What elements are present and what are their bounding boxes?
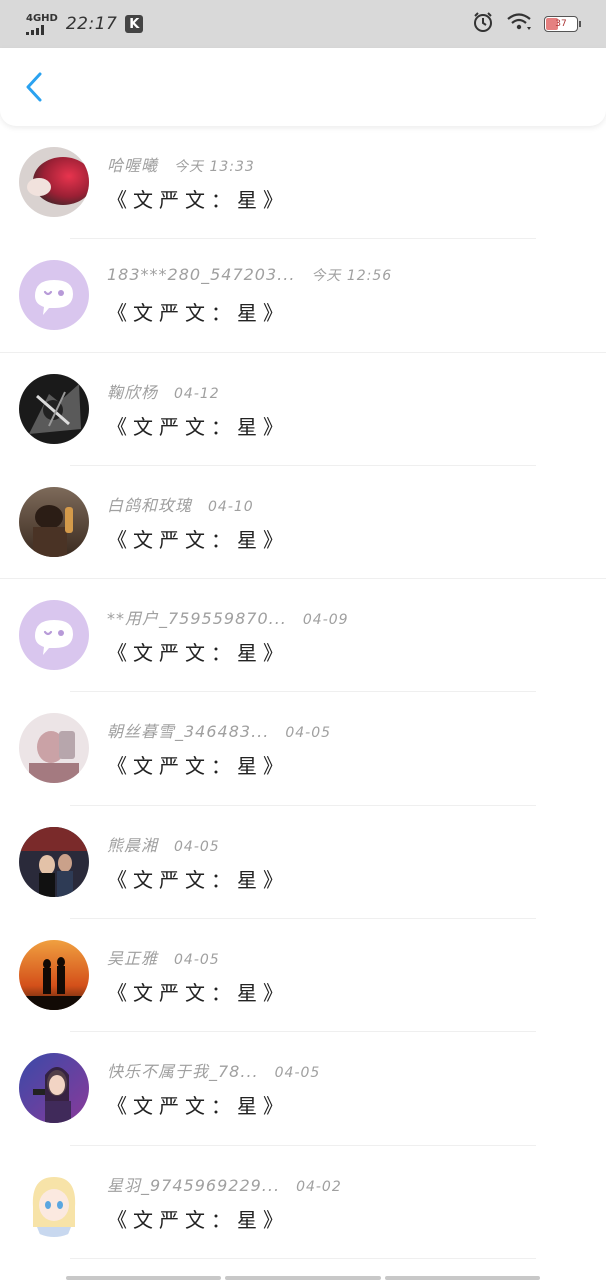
contact-name: 鞠欣杨 <box>107 382 159 402</box>
contact-name: **用户_759559870... <box>107 609 287 629</box>
message-preview: 《文严文：星》 <box>107 527 289 552</box>
item-meta: 吴正雅 04-05 <box>107 945 220 969</box>
message-preview: 《文严文：星》 <box>107 414 289 439</box>
message-time: 04-05 <box>274 1065 321 1082</box>
avatar[interactable] <box>19 373 89 444</box>
item-meta: 哈喔曦 今天 13:33 <box>107 152 255 176</box>
alarm-icon <box>472 11 494 37</box>
item-meta: 快乐不属于我_78... 04-05 <box>107 1058 320 1082</box>
chat-bubble-icon <box>19 260 89 331</box>
message-time: 04-12 <box>174 385 220 402</box>
signal-icon <box>26 24 44 35</box>
item-meta: 白鸽和玫瑰 04-10 <box>107 492 254 516</box>
bottom-bar-segment <box>384 1276 540 1280</box>
item-meta: 鞠欣杨 04-12 <box>107 379 220 403</box>
list-item[interactable]: 白鸽和玫瑰 04-10 《文严文：星》 <box>0 466 606 580</box>
battery-level: 37 <box>555 19 567 29</box>
list-item[interactable]: 哈喔曦 今天 13:33 《文严文：星》 <box>0 126 606 240</box>
bottom-edge-bars <box>0 1274 606 1280</box>
message-time: 04-10 <box>208 498 254 515</box>
contact-name: 快乐不属于我_78... <box>107 1062 259 1082</box>
message-time: 今天 13:33 <box>174 159 255 175</box>
avatar[interactable] <box>19 147 89 217</box>
bottom-bar-segment <box>66 1276 222 1280</box>
network-label: 4GHD <box>26 12 58 24</box>
message-time: 04-05 <box>285 725 332 742</box>
avatar[interactable] <box>19 940 89 1011</box>
avatar[interactable] <box>19 1053 89 1124</box>
list-item[interactable]: 鞠欣杨 04-12 《文严文：星》 <box>0 353 606 466</box>
contact-name: 熊晨湘 <box>107 835 159 855</box>
contact-name: 白鸽和玫瑰 <box>107 495 193 515</box>
message-time: 04-02 <box>296 1178 342 1195</box>
app-badge: K <box>125 15 144 33</box>
item-meta: 朝丝暮雪_346483... 04-05 <box>107 718 331 742</box>
message-preview: 《文严文：星》 <box>107 1094 289 1119</box>
status-left: 4GHD 22:17 K <box>26 12 144 35</box>
conversation-list: 哈喔曦 今天 13:33 《文严文：星》 183***280_547203...… <box>0 126 606 1259</box>
message-time: 04-05 <box>174 952 220 969</box>
contact-name: 吴正雅 <box>107 949 159 969</box>
contact-name: 星羽_9745969229... <box>107 1175 281 1195</box>
avatar[interactable] <box>19 713 89 784</box>
message-time: 今天 12:56 <box>311 268 393 285</box>
message-preview: 《文严文：星》 <box>107 867 289 892</box>
status-time: 22:17 <box>65 14 118 34</box>
status-right: 37 <box>472 11 581 37</box>
chat-bubble-icon <box>19 600 89 671</box>
list-item[interactable]: 快乐不属于我_78... 04-05 《文严文：星》 <box>0 1032 606 1146</box>
list-item[interactable]: 朝丝暮雪_346483... 04-05 《文严文：星》 <box>0 692 606 806</box>
list-item[interactable]: 吴正雅 04-05 《文严文：星》 <box>0 919 606 1033</box>
wifi-icon <box>506 12 532 36</box>
message-preview: 《文严文：星》 <box>107 641 289 666</box>
message-preview: 《文严文：星》 <box>107 301 289 326</box>
top-bar <box>0 48 606 126</box>
item-meta: 熊晨湘 04-05 <box>107 832 220 856</box>
message-time: 04-09 <box>302 612 349 629</box>
status-bar: 4GHD 22:17 K 37 <box>0 0 606 48</box>
list-item[interactable]: 熊晨湘 04-05 《文严文：星》 <box>0 806 606 920</box>
avatar[interactable] <box>19 1166 89 1237</box>
message-time: 04-05 <box>174 838 220 855</box>
message-preview: 《文严文：星》 <box>107 1207 289 1232</box>
contact-name: 183***280_547203... <box>107 265 296 285</box>
chevron-left-icon <box>26 72 42 102</box>
battery-icon: 37 <box>544 16 581 32</box>
network-indicator: 4GHD <box>26 12 58 35</box>
divider <box>70 1257 536 1259</box>
list-item[interactable]: **用户_759559870... 04-09 《文严文：星》 <box>0 579 606 693</box>
bottom-bar-segment <box>225 1276 381 1280</box>
contact-name: 朝丝暮雪_346483... <box>107 722 270 742</box>
avatar[interactable] <box>19 826 89 897</box>
avatar[interactable] <box>19 486 89 557</box>
list-item[interactable]: 星羽_9745969229... 04-02 《文严文：星》 <box>0 1146 606 1259</box>
list-item[interactable]: 183***280_547203... 今天 12:56 《文严文：星》 <box>0 239 606 353</box>
message-preview: 《文严文：星》 <box>107 981 289 1006</box>
message-preview: 《文严文：星》 <box>107 188 289 212</box>
back-button[interactable] <box>22 69 46 105</box>
avatar[interactable] <box>19 600 89 671</box>
message-preview: 《文严文：星》 <box>107 754 289 779</box>
avatar[interactable] <box>19 260 89 331</box>
item-meta: 星羽_9745969229... 04-02 <box>107 1172 342 1196</box>
item-meta: **用户_759559870... 04-09 <box>107 605 349 629</box>
contact-name: 哈喔曦 <box>107 156 159 175</box>
item-meta: 183***280_547203... 今天 12:56 <box>107 265 392 285</box>
